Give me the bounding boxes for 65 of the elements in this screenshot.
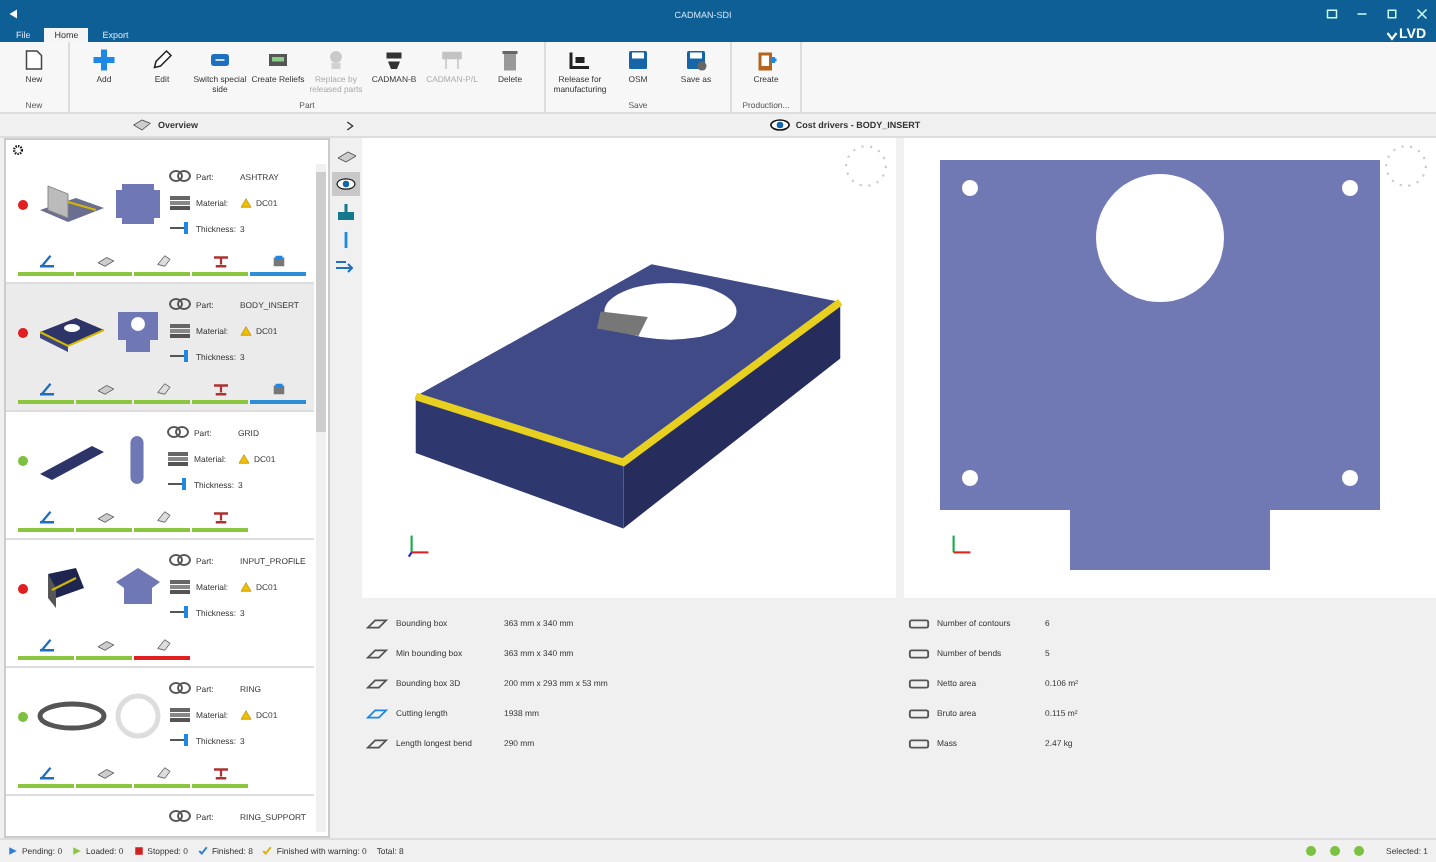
flat-pattern-thumbnail [112, 306, 164, 358]
minimize-icon[interactable] [1356, 8, 1368, 20]
process-step-icon[interactable] [93, 638, 115, 652]
axis-triad-icon [947, 530, 975, 558]
flat-pattern-thumbnail [112, 178, 164, 230]
maximize-icon[interactable] [1386, 8, 1398, 20]
process-step-icon[interactable] [151, 638, 173, 652]
thickness-icon [168, 732, 192, 748]
clipboard-icon [754, 48, 778, 72]
chain-icon [168, 680, 192, 696]
sheet-stack-icon [168, 194, 192, 210]
eye-icon [769, 118, 790, 132]
process-step-icon[interactable] [151, 382, 173, 396]
trash-icon [498, 48, 522, 72]
warning-icon [240, 197, 252, 207]
warning-icon [240, 709, 252, 719]
chevron-right-icon[interactable] [346, 119, 354, 131]
process-step-icon[interactable] [151, 254, 173, 268]
process-step-icon[interactable] [151, 766, 173, 780]
thickness-icon [168, 220, 192, 236]
close-icon[interactable] [1416, 8, 1428, 20]
process-step-icon[interactable] [93, 766, 115, 780]
process-step-icon[interactable] [35, 766, 57, 780]
process-step-icon[interactable] [35, 510, 57, 524]
process-step-icon[interactable] [35, 638, 57, 652]
warning-icon [240, 581, 252, 591]
sheet-stack-icon [168, 322, 192, 338]
axis-triad-icon [406, 530, 434, 558]
blank-page-icon [22, 48, 46, 72]
process-step-icon[interactable] [209, 382, 231, 396]
warning-icon [238, 453, 250, 463]
process-step-icon[interactable] [209, 510, 231, 524]
pencil-icon [150, 48, 174, 72]
chain-icon [166, 424, 190, 440]
chain-icon [168, 808, 192, 824]
chain-icon [168, 168, 192, 184]
restore-icon[interactable] [1326, 8, 1338, 20]
sheet-stack-icon [168, 578, 192, 594]
process-step-icon[interactable] [93, 510, 115, 524]
plus-icon [92, 48, 116, 72]
app-icon [8, 8, 20, 20]
thickness-icon [168, 604, 192, 620]
process-step-icon[interactable] [35, 254, 57, 268]
part-icon [131, 118, 152, 132]
chain-icon [168, 296, 192, 312]
thickness-icon [168, 348, 192, 364]
process-step-icon[interactable] [35, 382, 57, 396]
process-step-icon[interactable] [209, 766, 231, 780]
flat-pattern-thumbnail [112, 690, 164, 742]
bounding-box-icon [366, 615, 388, 631]
bounding-box-icon [366, 645, 388, 661]
process-step-icon[interactable] [151, 510, 173, 524]
sheet-stack-icon [166, 450, 190, 466]
process-step-icon[interactable] [93, 382, 115, 396]
press-brake-icon[interactable] [332, 200, 360, 224]
flat-pattern-thumbnail [130, 436, 144, 484]
scrollbar[interactable] [316, 164, 326, 832]
warning-icon [240, 325, 252, 335]
eye-icon[interactable] [332, 172, 360, 196]
process-step-icon[interactable] [209, 254, 231, 268]
process-step-icon[interactable] [93, 254, 115, 268]
thickness-icon [166, 476, 190, 492]
sheet-stack-icon [168, 706, 192, 722]
chain-icon [168, 552, 192, 568]
settings-icon[interactable] [12, 144, 24, 156]
